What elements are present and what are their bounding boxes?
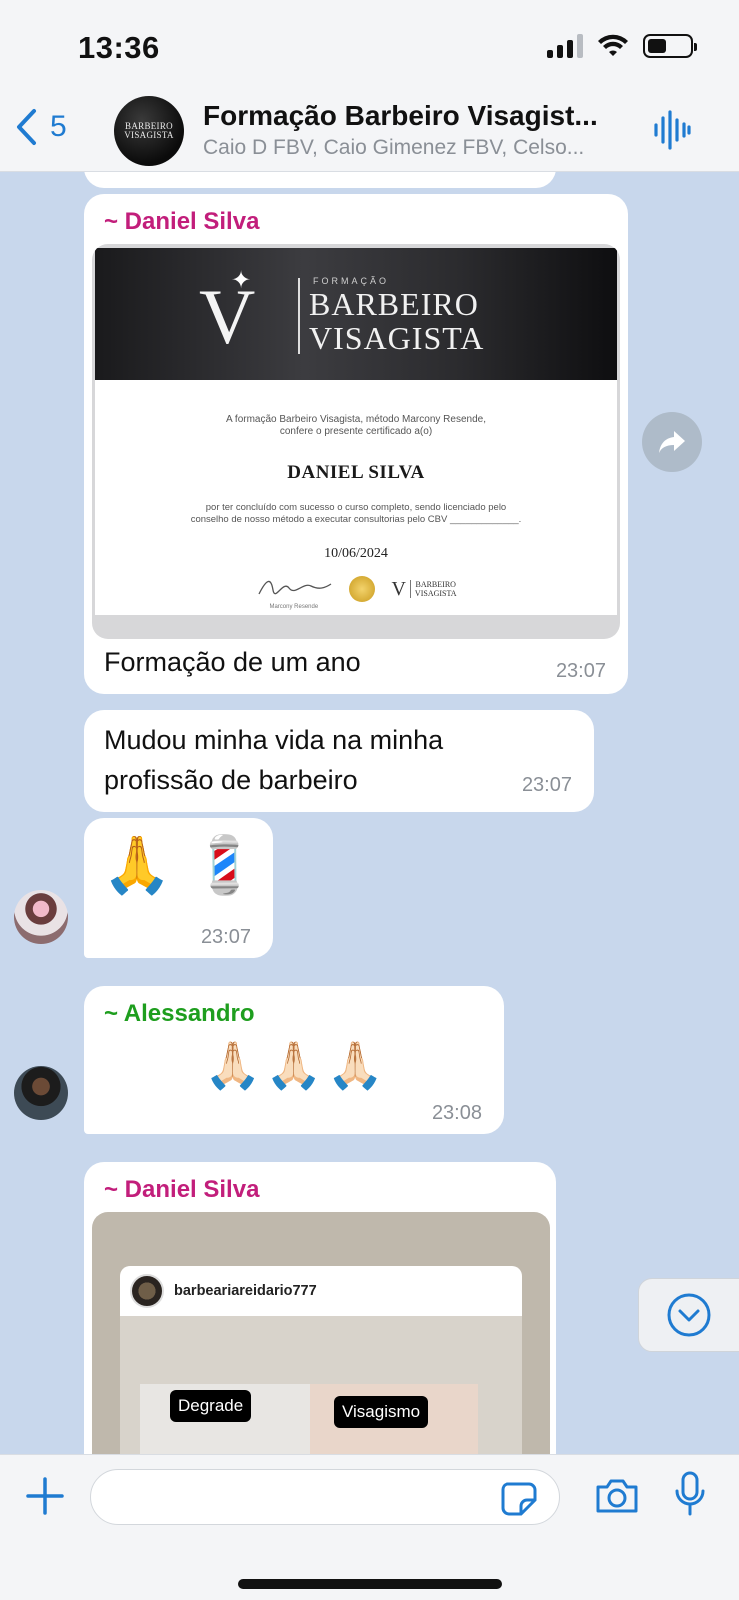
wifi-icon	[598, 34, 628, 56]
status-icons	[547, 34, 697, 58]
certificate-intro: confere o presente certificado a(o)	[279, 426, 433, 437]
message-bubble-image[interactable]: ~ Daniel Silva barbeariareidario777 Degr…	[84, 1162, 556, 1454]
seal-icon	[349, 576, 376, 602]
message-sender: ~ Daniel Silva	[104, 1176, 260, 1203]
unread-count: 5	[50, 110, 67, 143]
microphone-icon[interactable]	[674, 1471, 706, 1517]
divider	[298, 278, 300, 354]
certificate-image[interactable]: ✦ V FORMAÇÃO BARBEIRO VISAGISTA A formaç…	[92, 244, 620, 639]
message-text: Formação de um ano	[104, 647, 361, 677]
certificate: ✦ V FORMAÇÃO BARBEIRO VISAGISTA A formaç…	[95, 248, 617, 615]
sticker-icon[interactable]	[501, 1482, 537, 1516]
message-input[interactable]	[90, 1469, 560, 1525]
chat-header-info[interactable]: Formação Barbeiro Visagist... Caio D FBV…	[203, 100, 628, 160]
chat-area[interactable]: ~ Daniel Silva ✦ V FORMAÇÃO BARBEIRO VIS…	[0, 172, 739, 1454]
certificate-recipient: DANIEL SILVA	[287, 462, 425, 483]
brand-logo: V BARBEIRO VISAGISTA	[391, 577, 457, 600]
message-emoji: 🙏🏻🙏🏻🙏🏻	[204, 1038, 388, 1092]
message-time: 23:07	[521, 774, 572, 796]
cellular-signal-icon	[547, 34, 583, 58]
certificate-intro: A formação Barbeiro Visagista, método Ma…	[226, 414, 486, 425]
post-username: barbeariareidario777	[174, 1283, 317, 1299]
message-text: profissão de barbeiro	[104, 765, 358, 795]
message-emoji: 🙏 💈	[102, 833, 260, 898]
back-button[interactable]: 5	[14, 108, 67, 146]
message-bubble-emoji[interactable]: ~ Alessandro 🙏🏻🙏🏻🙏🏻 23:08	[84, 986, 504, 1134]
top-bar: 13:36 5 BARBEIRO VISAGISTA Formação Barb…	[0, 0, 739, 172]
message-bubble-emoji[interactable]: 🙏 💈 23:07	[84, 818, 273, 958]
certificate-description: por ter concluído com sucesso o curso co…	[205, 502, 507, 513]
audio-waveform-icon[interactable]	[653, 110, 691, 150]
group-avatar-text: VISAGISTA	[124, 130, 174, 140]
message-sender: ~ Alessandro	[104, 1000, 255, 1027]
certificate-kicker: FORMAÇÃO	[313, 276, 390, 286]
instagram-post: barbeariareidario777 Degrade Visagismo	[120, 1266, 522, 1454]
scroll-to-bottom-button[interactable]	[638, 1278, 739, 1352]
post-header: barbeariareidario777	[120, 1266, 522, 1316]
certificate-title-line1: BARBEIRO	[309, 286, 479, 322]
certificate-body: A formação Barbeiro Visagista, método Ma…	[95, 414, 617, 610]
home-indicator	[238, 1579, 502, 1589]
photo-tag: Visagismo	[334, 1396, 429, 1428]
certificate-date: 10/06/2024	[324, 546, 388, 561]
chat-title: Formação Barbeiro Visagist...	[203, 100, 598, 131]
certificate-title-line2: VISAGISTA	[309, 320, 485, 356]
forward-arrow-icon	[659, 431, 685, 453]
avatar[interactable]	[14, 890, 68, 944]
avatar	[130, 1274, 164, 1308]
camera-icon[interactable]	[594, 1477, 640, 1515]
message-bubble[interactable]: Mudou minha vida na minha profissão de b…	[84, 710, 594, 812]
post-image: Degrade Visagismo	[120, 1316, 522, 1454]
certificate-footer: Marcony Resende V BARBEIRO VISAGISTA	[95, 576, 617, 610]
chevron-left-icon	[17, 109, 36, 145]
message-sender: ~ Daniel Silva	[104, 208, 260, 235]
composer-bar	[0, 1454, 739, 1600]
forward-button[interactable]	[642, 412, 702, 472]
previous-message-bubble[interactable]	[84, 172, 556, 188]
plus-icon[interactable]	[24, 1475, 66, 1517]
status-time: 13:36	[78, 30, 160, 65]
chat-participants: Caio D FBV, Caio Gimenez FBV, Celso...	[203, 136, 585, 159]
signature: Marcony Resende	[255, 576, 333, 610]
chevron-down-circle-icon	[667, 1293, 711, 1337]
message-text: Mudou minha vida na minha	[104, 725, 444, 755]
avatar[interactable]	[14, 1066, 68, 1120]
message-time: 23:08	[431, 1102, 482, 1124]
shared-image[interactable]: barbeariareidario777 Degrade Visagismo	[92, 1212, 550, 1454]
v-logo-icon: V	[199, 273, 256, 360]
message-bubble-certificate[interactable]: ~ Daniel Silva ✦ V FORMAÇÃO BARBEIRO VIS…	[84, 194, 628, 694]
certificate-description: conselho de nosso método a executar cons…	[190, 514, 522, 525]
photo-tag: Degrade	[170, 1390, 252, 1422]
signature-label: Marcony Resende	[269, 604, 319, 610]
certificate-banner: ✦ V FORMAÇÃO BARBEIRO VISAGISTA	[95, 248, 617, 380]
message-time: 23:07	[200, 926, 251, 948]
message-time: 23:07	[555, 660, 606, 682]
group-avatar[interactable]: BARBEIRO VISAGISTA	[114, 96, 184, 166]
battery-icon	[643, 34, 697, 58]
